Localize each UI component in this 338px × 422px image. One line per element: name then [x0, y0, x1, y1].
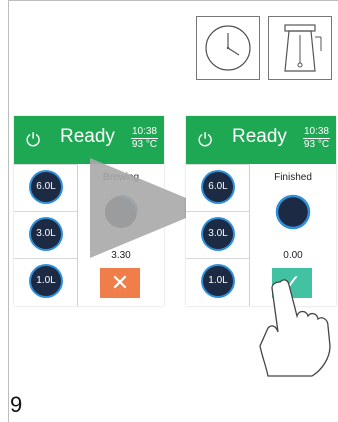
size-button-label: 1.0L [31, 266, 61, 296]
status-label: Ready [60, 126, 115, 147]
size-selector: 6.0L 3.0L 1.0L [14, 164, 78, 306]
size-button-label: 6.0L [203, 172, 233, 202]
status-label: Ready [232, 126, 287, 147]
size-option-1l[interactable]: 1.0L [186, 258, 250, 305]
size-option-3l[interactable]: 3.0L [14, 211, 78, 258]
page-number: 9 [10, 392, 23, 417]
clock-time: 10:38 [130, 126, 158, 139]
clock-time: 10:38 [302, 126, 330, 139]
status-header: ⏻ Ready 10:38 93 °C [186, 116, 336, 164]
power-icon[interactable]: ⏻ [198, 130, 212, 151]
clock-icon [196, 16, 260, 80]
time-temp-readout: 10:38 93 °C [302, 126, 330, 151]
power-icon[interactable]: ⏻ [26, 130, 40, 151]
brew-state-label: Finished [274, 172, 312, 183]
size-button-label: 1.0L [203, 266, 233, 296]
size-option-6l[interactable]: 6.0L [14, 164, 78, 211]
size-button-label: 6.0L [31, 172, 61, 202]
brew-progress-icon [275, 194, 311, 230]
size-button-label: 3.0L [203, 219, 233, 249]
status-header: ⏻ Ready 10:38 93 °C [14, 116, 164, 164]
size-option-3l[interactable]: 3.0L [186, 211, 250, 258]
size-option-1l[interactable]: 1.0L [14, 258, 78, 305]
time-temp-readout: 10:38 93 °C [130, 126, 158, 151]
size-button-label: 3.0L [31, 219, 61, 249]
hand-pointer-icon [259, 279, 331, 377]
brew-amount: 0.00 [283, 250, 303, 261]
temperature: 93 °C [303, 139, 330, 150]
coffee-brewer-icon [268, 16, 332, 80]
temperature: 93 °C [131, 139, 158, 150]
size-selector: 6.0L 3.0L 1.0L [186, 164, 250, 306]
size-option-6l[interactable]: 6.0L [186, 164, 250, 211]
cancel-button[interactable]: ✕ [100, 268, 140, 298]
